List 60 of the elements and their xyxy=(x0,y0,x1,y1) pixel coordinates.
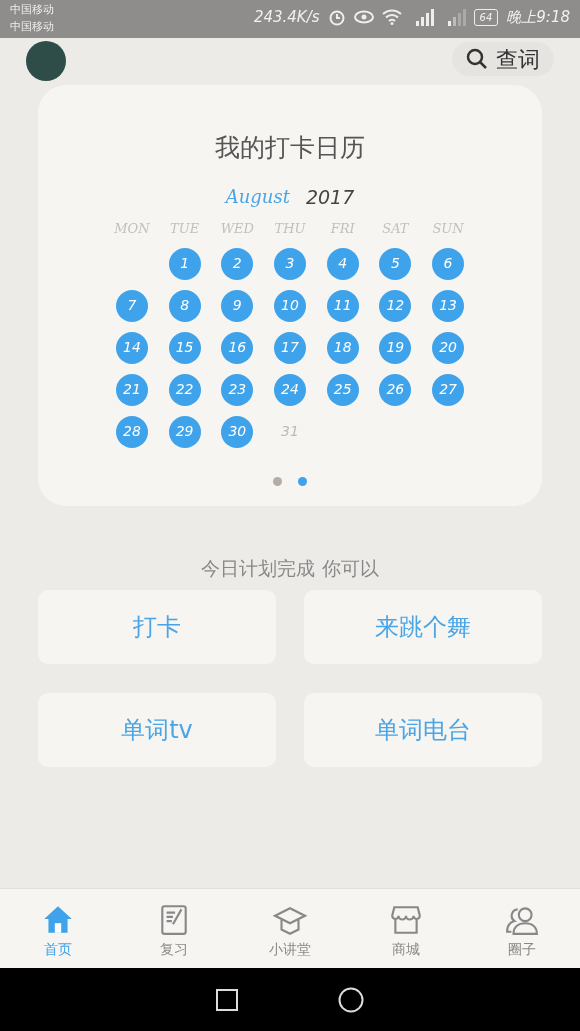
calendar-day[interactable]: 26 xyxy=(379,373,412,406)
wifi-icon xyxy=(381,9,402,26)
calendar-day[interactable]: 5 xyxy=(379,247,412,280)
battery-level: 64 xyxy=(473,8,499,26)
calendar-day[interactable]: 7 xyxy=(115,289,148,322)
action-button[interactable]: 来跳个舞 xyxy=(304,590,542,664)
tab-item[interactable]: 小讲堂 xyxy=(232,889,348,968)
calendar-day[interactable]: 6 xyxy=(432,247,465,280)
alarm-icon xyxy=(327,8,346,27)
calendar-title: 我的打卡日历 xyxy=(214,132,366,164)
calendar-day[interactable]: 22 xyxy=(168,373,201,406)
page-dot[interactable] xyxy=(298,476,307,486)
calendar-day[interactable]: 4 xyxy=(326,247,359,280)
calendar-day[interactable]: 20 xyxy=(432,331,465,364)
action-button[interactable]: 单词tv xyxy=(38,693,276,767)
calendar-day[interactable]: 28 xyxy=(115,415,148,448)
carrier-name: 中国移动 xyxy=(10,18,54,35)
home-icon[interactable] xyxy=(338,986,364,1013)
calendar-day[interactable]: 11 xyxy=(326,289,359,322)
carrier-name: 中国移动 xyxy=(10,2,54,18)
calendar-day[interactable]: 23 xyxy=(221,373,254,406)
calendar-day[interactable]: 18 xyxy=(326,331,359,364)
year-label: 2017 xyxy=(305,184,355,210)
search-button[interactable]: 查词 xyxy=(452,42,554,76)
search-icon xyxy=(466,48,488,70)
action-button[interactable]: 单词电台 xyxy=(304,693,542,767)
eye-icon xyxy=(353,10,374,25)
calendar-day[interactable]: 17 xyxy=(274,331,306,364)
calendar-day[interactable]: 31 xyxy=(274,415,306,448)
month-label: August xyxy=(225,184,290,209)
calendar-day[interactable]: 30 xyxy=(221,415,254,448)
calendar-day[interactable]: 2 xyxy=(221,247,254,280)
calendar-day[interactable]: 16 xyxy=(221,331,254,364)
network-speed: 243.4K/s xyxy=(253,7,320,28)
calendar-day[interactable]: 3 xyxy=(274,247,306,280)
clock-time: 晚上9:18 xyxy=(506,7,570,28)
calendar-day[interactable]: 8 xyxy=(168,289,201,322)
tab-item[interactable]: 商城 xyxy=(348,889,464,968)
tab-item[interactable]: 复习 xyxy=(116,889,232,968)
tab-item[interactable]: 圈子 xyxy=(464,889,580,968)
calendar-day[interactable]: 25 xyxy=(326,373,359,406)
avatar[interactable] xyxy=(26,41,66,81)
calendar-day[interactable]: 1 xyxy=(168,247,201,280)
calendar-day[interactable]: 13 xyxy=(432,289,465,322)
calendar-day[interactable]: 29 xyxy=(168,415,201,448)
calendar-day[interactable]: 10 xyxy=(274,289,306,322)
calendar-day[interactable]: 12 xyxy=(379,289,412,322)
storefront-icon xyxy=(389,903,423,937)
calendar-day[interactable]: 14 xyxy=(115,331,148,364)
calendar-day[interactable]: 15 xyxy=(168,331,201,364)
tab-item[interactable]: 首页 xyxy=(0,889,116,968)
calendar-day[interactable]: 27 xyxy=(432,373,465,406)
prompt-text: 今日计划完成 你可以 xyxy=(200,555,380,581)
page-dot[interactable] xyxy=(273,476,282,486)
calendar-day[interactable]: 9 xyxy=(221,289,254,322)
calendar-day[interactable]: 19 xyxy=(379,331,412,364)
calendar-day[interactable]: 21 xyxy=(115,373,148,406)
action-button[interactable]: 打卡 xyxy=(38,590,276,664)
recents-icon[interactable] xyxy=(216,988,238,1011)
calendar-day[interactable]: 24 xyxy=(274,373,306,406)
